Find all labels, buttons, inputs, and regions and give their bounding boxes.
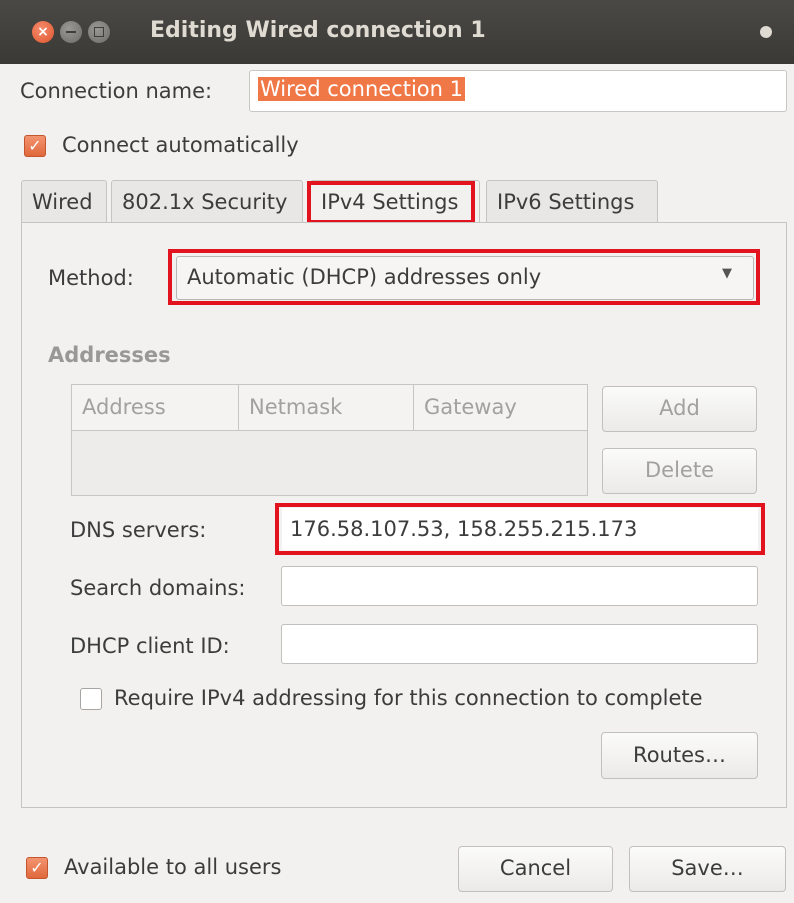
method-highlight: [168, 249, 760, 305]
connect-automatically-checkbox[interactable]: ✓: [24, 135, 46, 157]
search-domains-label: Search domains:: [70, 576, 246, 600]
available-to-all-users-label: Available to all users: [64, 855, 282, 879]
tab-8021x-security[interactable]: 802.1x Security: [111, 180, 303, 224]
minimize-window-button[interactable]: [60, 21, 82, 43]
connection-name-value: Wired connection 1: [258, 77, 465, 101]
connection-name-input[interactable]: Wired connection 1: [249, 70, 787, 112]
window-title: Editing Wired connection 1: [150, 18, 486, 43]
close-window-button[interactable]: ×: [32, 21, 54, 43]
cancel-button[interactable]: Cancel: [458, 846, 613, 892]
method-label: Method:: [48, 266, 134, 290]
available-to-all-users-checkbox[interactable]: ✓: [26, 857, 48, 879]
window-menu-icon[interactable]: [760, 26, 772, 38]
require-ipv4-checkbox[interactable]: [80, 688, 102, 710]
dns-highlight: [275, 503, 765, 555]
dhcp-client-id-label: DHCP client ID:: [70, 634, 230, 658]
delete-address-button[interactable]: Delete: [602, 448, 757, 494]
addresses-heading: Addresses: [48, 343, 171, 367]
save-button[interactable]: Save…: [629, 846, 786, 892]
column-netmask[interactable]: Netmask: [239, 385, 414, 431]
addresses-table[interactable]: Address Netmask Gateway: [71, 384, 588, 496]
title-bar: × Editing Wired connection 1: [0, 0, 794, 64]
routes-button[interactable]: Routes…: [601, 732, 758, 779]
tab-wired[interactable]: Wired: [21, 180, 107, 224]
require-ipv4-label: Require IPv4 addressing for this connect…: [114, 686, 703, 710]
dns-servers-label: DNS servers:: [70, 518, 207, 542]
add-address-button[interactable]: Add: [602, 386, 757, 432]
maximize-window-button[interactable]: [88, 21, 110, 43]
column-gateway[interactable]: Gateway: [414, 385, 587, 431]
dhcp-client-id-input[interactable]: [281, 624, 758, 664]
tab-highlight: [307, 181, 475, 224]
search-domains-input[interactable]: [281, 566, 758, 606]
connect-automatically-label: Connect automatically: [62, 133, 299, 157]
column-address[interactable]: Address: [72, 385, 239, 431]
tab-ipv6-settings[interactable]: IPv6 Settings: [486, 180, 658, 224]
connection-name-label: Connection name:: [20, 79, 213, 103]
